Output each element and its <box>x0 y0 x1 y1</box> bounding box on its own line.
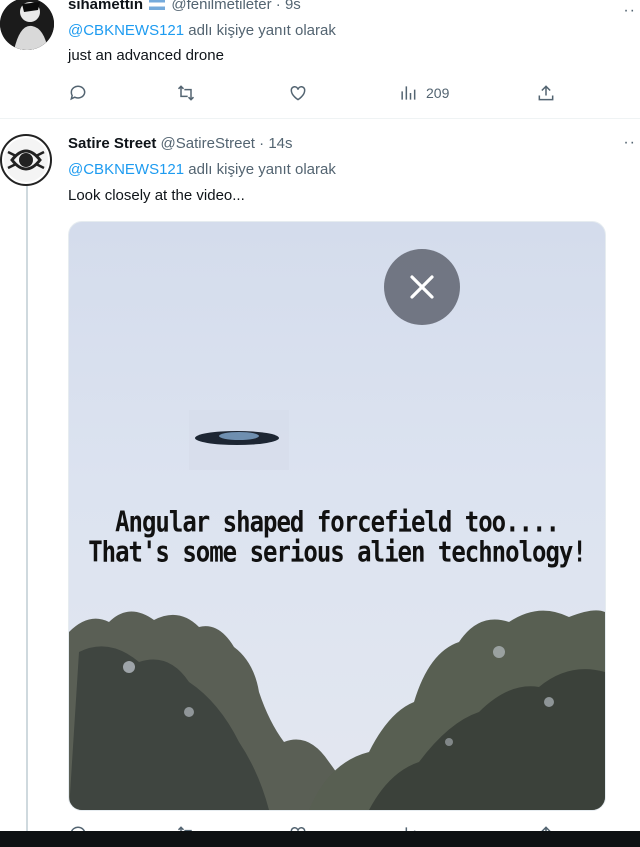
tweet-actions <box>68 824 568 831</box>
heart-icon <box>290 826 306 831</box>
handle[interactable]: @fenilmetileter <box>171 0 271 13</box>
handle[interactable]: @SatireStreet <box>161 135 255 152</box>
views-button[interactable]: 209 <box>398 83 449 103</box>
views-button[interactable] <box>398 824 418 831</box>
share-icon <box>541 826 551 831</box>
close-icon <box>410 275 434 299</box>
flag-icon <box>149 0 166 10</box>
like-button[interactable] <box>288 824 308 831</box>
views-icon <box>405 827 416 831</box>
tweet-video[interactable]: Angular shaped forcefield too.... That's… <box>68 221 606 811</box>
like-button[interactable] <box>288 83 308 103</box>
reply-suffix: adlı kişiye yanıt olarak <box>184 161 336 178</box>
tweet-sihamettin[interactable]: sihamettin @fenilmetileter · 9s @CBKNEWS… <box>0 0 640 119</box>
avatar-image <box>4 138 48 182</box>
avatar[interactable] <box>0 134 52 186</box>
reply-mention[interactable]: @CBKNEWS121 <box>68 22 184 39</box>
reply-suffix: adlı kişiye yanıt olarak <box>184 22 336 39</box>
thread-line <box>26 184 28 847</box>
tweet-satire-street[interactable]: ·· Satire Street @SatireStreet · 14s @CB… <box>0 118 640 847</box>
close-button[interactable] <box>384 249 460 325</box>
reply-context: @CBKNEWS121 adlı kişiye yanıt olarak <box>68 22 336 39</box>
reply-mention[interactable]: @CBKNEWS121 <box>68 161 184 178</box>
more-icon[interactable]: ·· <box>623 134 636 152</box>
video-caption-line-2: That's some serious alien technology! <box>88 535 587 569</box>
retweet-button[interactable] <box>176 83 196 103</box>
reply-context: @CBKNEWS121 adlı kişiye yanıt olarak <box>68 161 336 178</box>
reply-icon <box>70 85 86 101</box>
retweet-button[interactable] <box>176 824 196 831</box>
share-button[interactable] <box>536 83 556 103</box>
share-button[interactable] <box>536 824 556 831</box>
reply-button[interactable] <box>68 83 88 103</box>
avatar-image <box>0 0 54 50</box>
tweet-actions: 209 <box>68 83 568 107</box>
retweet-icon <box>177 85 195 101</box>
share-icon <box>538 85 554 101</box>
reply-button[interactable] <box>68 824 88 831</box>
avatar[interactable] <box>0 0 54 50</box>
tweet-text: Look closely at the video... <box>68 187 245 204</box>
more-icon[interactable]: ·· <box>623 2 636 20</box>
timestamp[interactable]: · 14s <box>259 135 292 152</box>
reply-icon <box>70 826 85 831</box>
display-name[interactable]: sihamettin <box>68 0 143 13</box>
tweet-header: Satire Street @SatireStreet · 14s <box>68 135 293 152</box>
views-icon <box>401 86 416 100</box>
retweet-icon <box>177 826 192 831</box>
display-name[interactable]: Satire Street <box>68 135 156 152</box>
trees-foreground <box>69 610 605 810</box>
ufo-object <box>189 410 289 470</box>
heart-icon <box>290 85 306 101</box>
bottom-bar <box>0 831 640 847</box>
views-count: 209 <box>426 85 450 101</box>
tweet-header: sihamettin @fenilmetileter · 9s <box>68 0 301 13</box>
timestamp[interactable]: · 9s <box>276 0 301 13</box>
tweet-text: just an advanced drone <box>68 47 224 64</box>
